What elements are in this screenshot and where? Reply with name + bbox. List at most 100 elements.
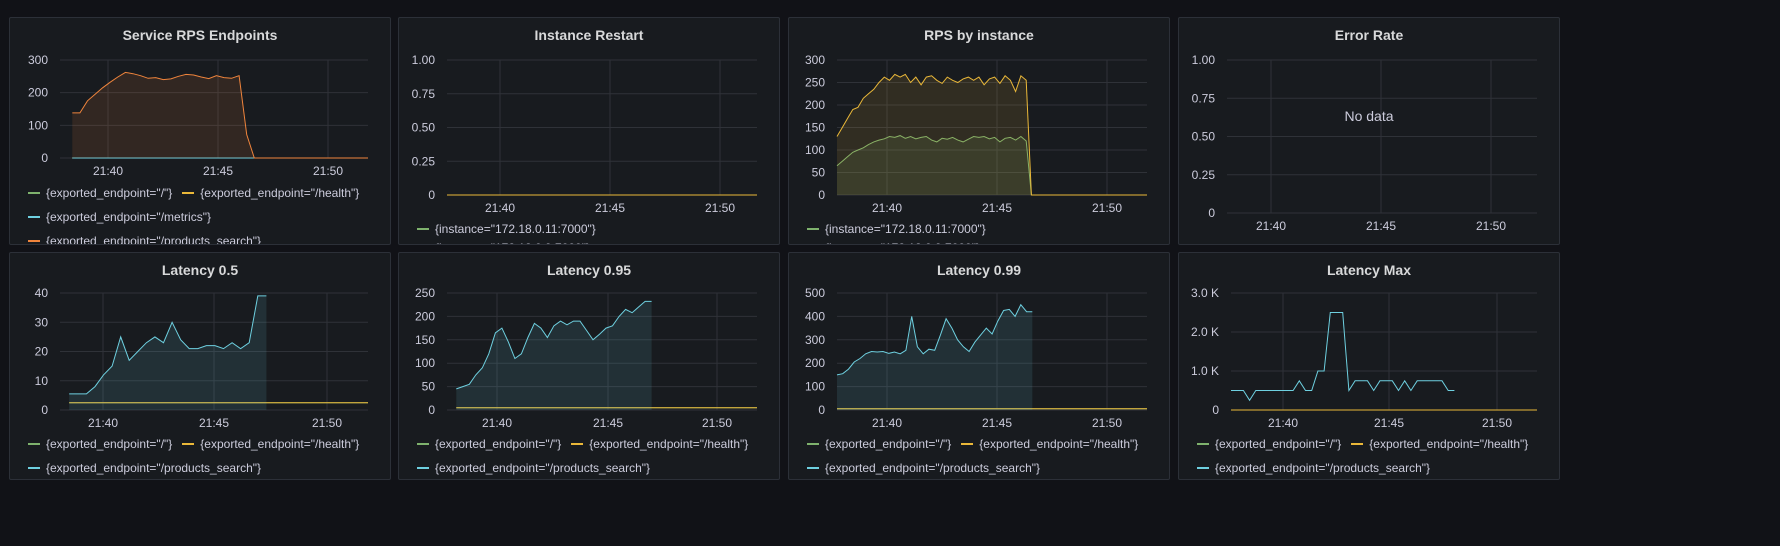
legend-label: {exported_endpoint="/"}	[435, 437, 562, 451]
series-line	[1231, 312, 1455, 402]
legend-label: {instance="172.18.0.9:7000"}	[825, 241, 980, 244]
legend-swatch	[417, 467, 429, 469]
legend-label: {instance="172.18.0.11:7000"}	[435, 222, 596, 236]
y-tick-label: 0.25	[412, 154, 436, 168]
legend-item[interactable]: {exported_endpoint="/health"}	[182, 186, 359, 200]
y-tick-label: 3.0 K	[1191, 286, 1219, 300]
legend-label: {exported_endpoint="/products_search"}	[46, 461, 262, 475]
y-tick-label: 50	[812, 166, 826, 180]
y-tick-label: 0	[428, 188, 435, 202]
legend-label: {exported_endpoint="/health"}	[979, 437, 1139, 451]
legend-item[interactable]: {exported_endpoint="/metrics"}	[28, 210, 211, 224]
y-tick-label: 1.00	[1192, 53, 1216, 67]
panel-service-rps-endpoints[interactable]: Service RPS Endpoints 300 200 100 0 21:40 21:…	[9, 17, 391, 245]
y-tick-label: 50	[422, 380, 436, 394]
y-tick-label: 0.25	[1192, 168, 1216, 182]
panel-rps-by-instance[interactable]: RPS by instance 300 250 200 150 100 50 0 21:40 2…	[788, 17, 1170, 245]
legend-label: {exported_endpoint="/"}	[825, 437, 952, 451]
x-tick-label: 21:45	[982, 416, 1012, 430]
chart-rps-by-instance: 300 250 200 150 100 50 0 21:40 21:45 21:50	[805, 53, 1147, 215]
x-tick-label: 21:50	[313, 164, 343, 178]
legend: {exported_endpoint="/"} {exported_endpoin…	[417, 437, 769, 475]
legend-swatch	[961, 443, 974, 445]
legend-item[interactable]: {exported_endpoint="/products_search"}	[28, 461, 261, 475]
legend-item[interactable]: {exported_endpoint="/health"}	[571, 437, 748, 451]
panel-latency-05[interactable]: Latency 0.5 40 30 20 10 0 21:40 21:45 21:50 {ex…	[9, 252, 391, 480]
legend-item[interactable]: {exported_endpoint="/"}	[417, 437, 561, 451]
legend: {exported_endpoint="/"} {exported_endpoin…	[807, 437, 1159, 475]
legend-label: {exported_endpoint="/products_search"}	[46, 234, 262, 245]
y-tick-label: 200	[415, 309, 435, 323]
x-tick-label: 21:50	[1482, 416, 1512, 430]
legend-item[interactable]: {exported_endpoint="/health"}	[961, 437, 1138, 451]
x-tick-label: 21:50	[1476, 219, 1506, 233]
legend-label: {exported_endpoint="/health"}	[200, 437, 360, 451]
legend-item[interactable]: {instance="172.18.0.9:7000"}	[807, 241, 980, 244]
legend-item[interactable]: {exported_endpoint="/"}	[807, 437, 951, 451]
legend-swatch	[417, 443, 429, 445]
y-tick-label: 0.75	[1192, 91, 1216, 105]
y-tick-label: 400	[805, 309, 825, 323]
y-tick-label: 200	[28, 86, 48, 100]
legend-item[interactable]: {exported_endpoint="/health"}	[1351, 437, 1528, 451]
legend-label: {exported_endpoint="/health"}	[589, 437, 749, 451]
legend-item[interactable]: {instance="172.18.0.9:7000"}	[417, 241, 590, 244]
series-area	[837, 74, 1147, 195]
legend-swatch	[417, 228, 429, 230]
y-tick-label: 0	[428, 403, 435, 417]
x-tick-label: 21:45	[1366, 219, 1396, 233]
y-tick-label: 0.50	[1192, 130, 1216, 144]
legend-item[interactable]: {instance="172.18.0.11:7000"}	[417, 222, 596, 236]
legend-swatch	[28, 192, 40, 194]
panel-instance-restart[interactable]: Instance Restart 1.00 0.75 0.50 0.25 0 21:40 2…	[398, 17, 780, 245]
y-tick-label: 0	[1208, 206, 1215, 220]
y-tick-label: 2.0 K	[1191, 325, 1219, 339]
y-tick-label: 0	[1212, 403, 1219, 417]
legend-item[interactable]: {instance="172.18.0.11:7000"}	[807, 222, 986, 236]
y-tick-label: 100	[805, 143, 825, 157]
legend-item[interactable]: {exported_endpoint="/products_search"}	[807, 461, 1040, 475]
x-tick-label: 21:50	[312, 416, 342, 430]
legend-label: {exported_endpoint="/products_search"}	[1215, 461, 1431, 475]
y-tick-label: 20	[35, 345, 49, 359]
legend-swatch	[807, 467, 819, 469]
y-tick-label: 100	[415, 356, 435, 370]
legend-item[interactable]: {exported_endpoint="/products_search"}	[1197, 461, 1430, 475]
legend: {instance="172.18.0.11:7000"} {instance="…	[807, 222, 1159, 244]
legend-swatch	[1197, 467, 1209, 469]
panel-latency-095[interactable]: Latency 0.95 250 200 150 100 50 0 21:40 21:45 21…	[398, 252, 780, 480]
legend-item[interactable]: {exported_endpoint="/"}	[28, 437, 172, 451]
y-tick-label: 0	[818, 403, 825, 417]
legend-label: {exported_endpoint="/products_search"}	[825, 461, 1041, 475]
legend-swatch	[571, 443, 584, 445]
legend-item[interactable]: {exported_endpoint="/products_search"}	[417, 461, 650, 475]
panel-error-rate[interactable]: Error Rate 1.00 0.75 0.50 0.25 0 21:40 21:45 21…	[1178, 17, 1560, 245]
y-tick-label: 150	[805, 121, 825, 135]
chart-error-rate: 1.00 0.75 0.50 0.25 0 21:40 21:45 21:50	[1192, 53, 1537, 233]
legend-label: {exported_endpoint="/"}	[46, 437, 173, 451]
y-tick-label: 300	[805, 333, 825, 347]
legend-swatch	[1351, 443, 1364, 445]
legend-label: {instance="172.18.0.11:7000"}	[825, 222, 986, 236]
series-area	[456, 301, 652, 410]
y-tick-label: 0	[818, 188, 825, 202]
legend-item[interactable]: {exported_endpoint="/"}	[1197, 437, 1341, 451]
legend-item[interactable]: {exported_endpoint="/"}	[28, 186, 172, 200]
x-tick-label: 21:40	[93, 164, 123, 178]
x-tick-label: 21:40	[872, 201, 902, 215]
legend-item[interactable]: {exported_endpoint="/health"}	[182, 437, 359, 451]
y-tick-label: 250	[415, 286, 435, 300]
legend-label: {exported_endpoint="/metrics"}	[46, 210, 211, 224]
y-tick-label: 100	[805, 380, 825, 394]
panel-latency-max[interactable]: Latency Max 3.0 K 2.0 K 1.0 K 0 21:40 21:45 21…	[1178, 252, 1560, 480]
x-tick-label: 21:50	[1092, 201, 1122, 215]
y-tick-label: 0.75	[412, 87, 436, 101]
legend-label: {exported_endpoint="/health"}	[200, 186, 360, 200]
x-tick-label: 21:40	[872, 416, 902, 430]
legend-item[interactable]: {exported_endpoint="/products_search"}	[28, 234, 262, 245]
x-tick-label: 21:50	[705, 201, 735, 215]
legend-swatch	[182, 192, 195, 194]
panel-latency-099[interactable]: Latency 0.99 500 400 300 200 100 0 21:40 21:45 2…	[788, 252, 1170, 480]
y-tick-label: 200	[805, 98, 825, 112]
y-tick-label: 200	[805, 356, 825, 370]
